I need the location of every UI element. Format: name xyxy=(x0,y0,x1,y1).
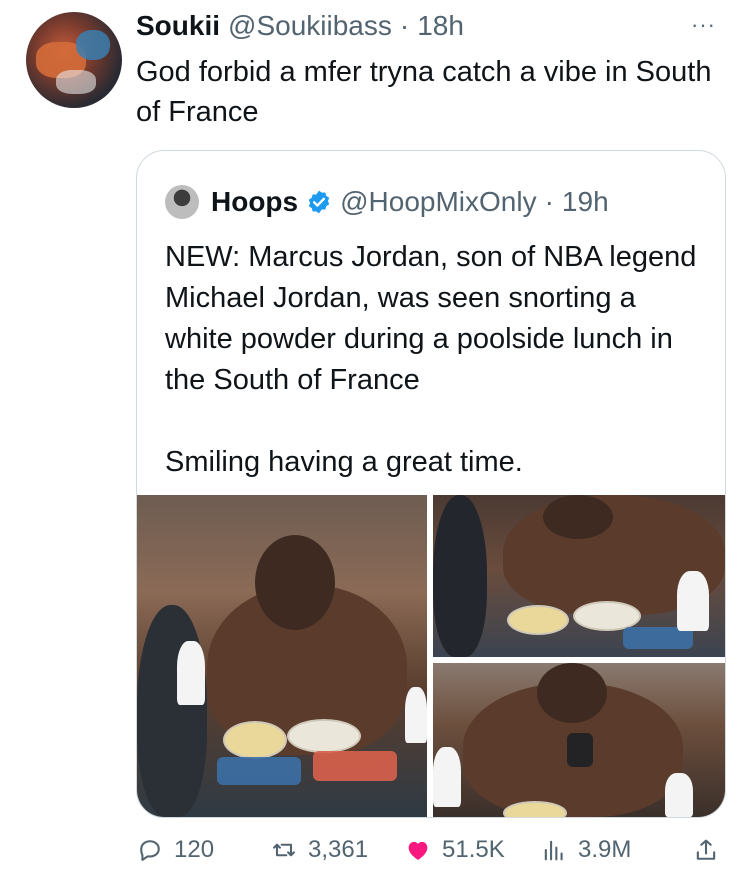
quoted-author-handle[interactable]: @HoopMixOnly xyxy=(340,186,536,218)
share-button[interactable] xyxy=(692,836,720,864)
repost-count: 3,361 xyxy=(308,836,369,863)
repost-button[interactable]: 3,361 xyxy=(270,836,368,864)
quoted-separator-dot: · xyxy=(544,186,554,217)
author-display-name[interactable]: Soukii xyxy=(136,10,220,42)
quoted-tweet-header: Hoops @HoopMixOnly · 19h xyxy=(165,185,609,219)
media-photo-1[interactable] xyxy=(137,495,427,817)
reply-count: 120 xyxy=(174,836,215,863)
media-grid xyxy=(137,495,725,817)
quoted-timestamp[interactable]: 19h xyxy=(562,186,609,218)
views-button[interactable]: 3.9M xyxy=(540,836,631,864)
views-count: 3.9M xyxy=(578,836,632,863)
author-handle[interactable]: @Soukiibass xyxy=(228,10,392,42)
reply-icon xyxy=(140,840,160,861)
analytics-icon xyxy=(544,840,563,861)
quoted-tweet-card[interactable]: Hoops @HoopMixOnly · 19h NEW: Marcus Jor… xyxy=(136,150,726,818)
quoted-tweet-text: NEW: Marcus Jordan, son of NBA legend Mi… xyxy=(165,241,697,478)
reply-button[interactable]: 120 xyxy=(136,836,214,864)
quoted-author-avatar[interactable] xyxy=(165,185,199,219)
media-photo-2[interactable] xyxy=(433,495,725,657)
tweet-header: Soukii @Soukiibass · 18h xyxy=(136,10,464,46)
tweet-text: God forbid a mfer tryna catch a vibe in … xyxy=(136,56,712,128)
repost-icon xyxy=(273,843,295,857)
media-photo-3[interactable] xyxy=(433,663,725,817)
verified-badge-icon xyxy=(308,190,330,214)
like-button[interactable]: 51.5K xyxy=(404,836,505,864)
tweet-actions-bar: 120 3,361 51.5K 3.9M xyxy=(136,836,726,872)
separator-dot: · xyxy=(399,10,410,41)
more-options-icon[interactable]: ··· xyxy=(691,12,716,38)
heart-icon xyxy=(408,841,428,860)
tweet-timestamp[interactable]: 18h xyxy=(417,10,464,42)
author-avatar[interactable] xyxy=(26,12,122,108)
quoted-author-display-name[interactable]: Hoops xyxy=(211,186,298,218)
like-count: 51.5K xyxy=(442,836,505,863)
share-icon xyxy=(696,839,716,860)
